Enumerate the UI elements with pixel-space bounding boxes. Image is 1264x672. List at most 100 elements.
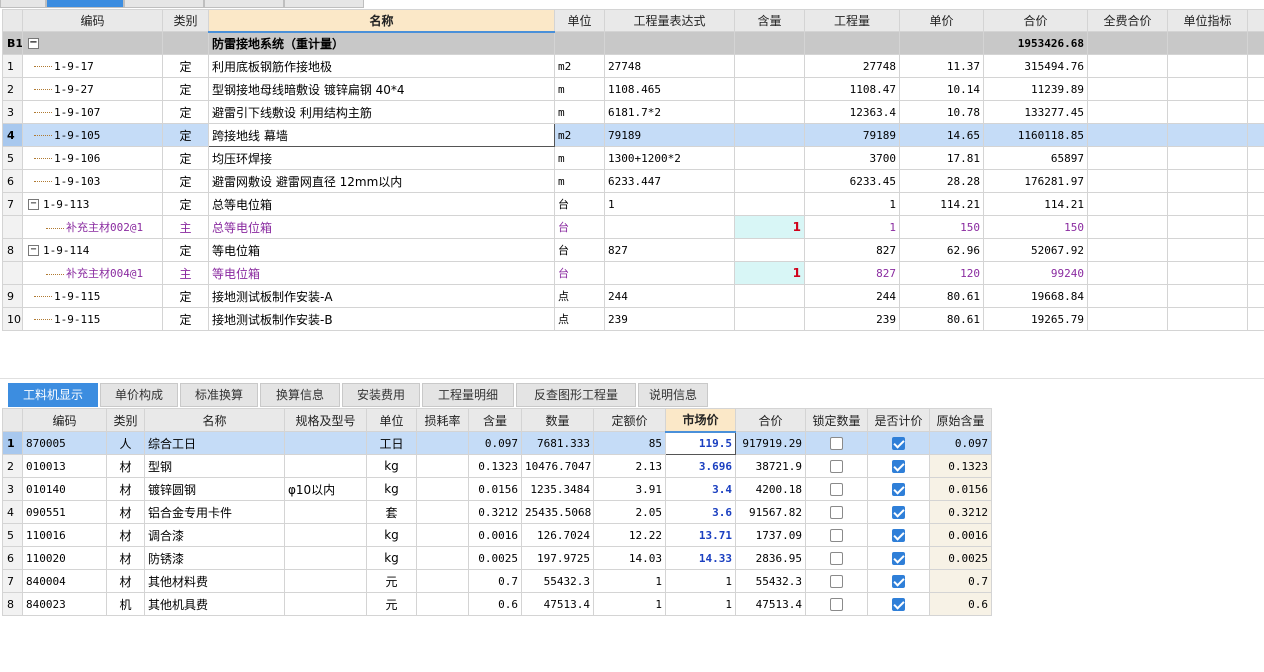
- is-priced-checkbox[interactable]: [892, 483, 905, 496]
- unit-price-cell[interactable]: 11.37: [899, 54, 984, 78]
- category-cell[interactable]: 主: [162, 261, 209, 285]
- quantity-cell[interactable]: 47513.4: [521, 592, 594, 616]
- tab-install-fee[interactable]: 安装费用: [342, 383, 420, 407]
- header-quantity[interactable]: 数量: [521, 408, 594, 432]
- code-cell[interactable]: 1-9-105: [22, 123, 163, 147]
- category-cell[interactable]: 材: [106, 454, 145, 478]
- category-cell[interactable]: 定: [162, 192, 209, 216]
- expression-cell[interactable]: 1108.465: [604, 77, 735, 101]
- market-price-cell[interactable]: 3.4: [665, 477, 736, 501]
- collapse-icon[interactable]: −: [28, 245, 39, 256]
- name-cell[interactable]: 其他材料费: [144, 569, 285, 593]
- header-content[interactable]: 含量: [734, 9, 805, 32]
- quantity-cell[interactable]: 7681.333: [521, 431, 594, 455]
- name-cell[interactable]: 型钢接地母线暗敷设 镀锌扁钢 40*4: [208, 77, 555, 101]
- spec-cell[interactable]: [284, 569, 367, 593]
- content-cell[interactable]: 0.1323: [468, 454, 522, 478]
- code-cell[interactable]: −1-9-113: [22, 192, 163, 216]
- market-price-cell[interactable]: 13.71: [665, 523, 736, 547]
- unit-cell[interactable]: m: [554, 146, 605, 170]
- code-cell[interactable]: 840023: [22, 592, 107, 616]
- quantity-cell[interactable]: 1108.47: [804, 77, 900, 101]
- header-original-content[interactable]: 原始含量: [929, 408, 992, 432]
- unit-cell[interactable]: 元: [366, 592, 417, 616]
- content-cell[interactable]: [734, 77, 805, 101]
- expression-cell[interactable]: 79189: [604, 123, 735, 147]
- header-unit-index[interactable]: 单位指标: [1167, 9, 1248, 32]
- is-priced-checkbox[interactable]: [892, 575, 905, 588]
- market-price-cell[interactable]: 14.33: [665, 546, 736, 570]
- is-priced-checkbox[interactable]: [892, 552, 905, 565]
- material-row[interactable]: 补充主材004@1 主等电位箱台 1 827 120 99240: [2, 261, 1264, 285]
- unit-cell[interactable]: 台: [554, 192, 605, 216]
- name-cell[interactable]: 避雷引下线敷设 利用结构主筋: [208, 100, 555, 124]
- unit-price-cell[interactable]: 80.61: [899, 307, 984, 331]
- quantity-cell[interactable]: 1: [804, 192, 900, 216]
- locked-qty-checkbox[interactable]: [830, 483, 843, 496]
- quota-row[interactable]: 4 1-9-105 定跨接地线 幕墙 m2 79189 79189 14.65 1160118…: [2, 123, 1264, 147]
- content-cell[interactable]: 0.0016: [468, 523, 522, 547]
- locked-qty-checkbox[interactable]: [830, 552, 843, 565]
- quantity-cell[interactable]: 1235.3484: [521, 477, 594, 501]
- expression-cell[interactable]: 827: [604, 238, 735, 262]
- content-cell[interactable]: 0.097: [468, 431, 522, 455]
- code-cell[interactable]: 1-9-27: [22, 77, 163, 101]
- quantity-cell[interactable]: 126.7024: [521, 523, 594, 547]
- header-unit[interactable]: 单位: [366, 408, 417, 432]
- header-category[interactable]: 类别: [106, 408, 145, 432]
- category-cell[interactable]: 材: [106, 477, 145, 501]
- name-cell[interactable]: 综合工日: [144, 431, 285, 455]
- market-price-cell[interactable]: 1: [665, 592, 736, 616]
- loss-rate-cell[interactable]: [416, 500, 469, 524]
- unit-cell[interactable]: m: [554, 169, 605, 193]
- content-cell[interactable]: [734, 146, 805, 170]
- tab-resource-display[interactable]: 工料机显示: [8, 383, 98, 407]
- name-cell[interactable]: 等电位箱: [208, 238, 555, 262]
- code-cell[interactable]: 840004: [22, 569, 107, 593]
- unit-cell[interactable]: 元: [366, 569, 417, 593]
- code-cell[interactable]: 1-9-107: [22, 100, 163, 124]
- name-cell[interactable]: 防锈漆: [144, 546, 285, 570]
- quantity-cell[interactable]: 197.9725: [521, 546, 594, 570]
- unit-price-cell[interactable]: 14.65: [899, 123, 984, 147]
- material-row[interactable]: 补充主材002@1 主总等电位箱台 1 1 150 150: [2, 215, 1264, 239]
- unit-cell[interactable]: m: [554, 77, 605, 101]
- content-cell[interactable]: 1: [734, 261, 805, 285]
- expression-cell[interactable]: [604, 261, 735, 285]
- top-tab-5[interactable]: [284, 0, 364, 8]
- unit-cell[interactable]: kg: [366, 454, 417, 478]
- quantity-cell[interactable]: 79189: [804, 123, 900, 147]
- market-price-cell[interactable]: 3.6: [665, 500, 736, 524]
- header-category[interactable]: 类别: [162, 9, 209, 32]
- is-priced-checkbox[interactable]: [892, 598, 905, 611]
- expression-cell[interactable]: 6233.447: [604, 169, 735, 193]
- code-cell[interactable]: 870005: [22, 431, 107, 455]
- header-total[interactable]: 合价: [735, 408, 806, 432]
- header-total[interactable]: 合价: [983, 9, 1088, 32]
- unit-price-cell[interactable]: 28.28: [899, 169, 984, 193]
- name-cell[interactable]: 接地测试板制作安装-B: [208, 307, 555, 331]
- section-name[interactable]: 防雷接地系统（重计量）: [208, 31, 555, 55]
- collapse-icon[interactable]: −: [28, 38, 39, 49]
- resource-row[interactable]: 7 840004 材其他材料费元 0.7 55432.3 1 1 55432.3 0.7: [2, 569, 992, 593]
- header-quota-price[interactable]: 定额价: [593, 408, 666, 432]
- loss-rate-cell[interactable]: [416, 546, 469, 570]
- top-tab-1[interactable]: [0, 0, 46, 8]
- category-cell[interactable]: 材: [106, 500, 145, 524]
- is-priced-checkbox[interactable]: [892, 437, 905, 450]
- code-cell[interactable]: 110016: [22, 523, 107, 547]
- category-cell[interactable]: 定: [162, 100, 209, 124]
- unit-cell[interactable]: 台: [554, 238, 605, 262]
- unit-cell[interactable]: 工日: [366, 431, 417, 455]
- name-cell[interactable]: 型钢: [144, 454, 285, 478]
- spec-cell[interactable]: [284, 546, 367, 570]
- resource-row[interactable]: 8 840023 机其他机具费元 0.6 47513.4 1 1 47513.4 0.6: [2, 592, 992, 616]
- header-content[interactable]: 含量: [468, 408, 522, 432]
- locked-qty-checkbox[interactable]: [830, 506, 843, 519]
- quantity-cell[interactable]: 27748: [804, 54, 900, 78]
- top-tab-2[interactable]: [46, 0, 124, 8]
- loss-rate-cell[interactable]: [416, 523, 469, 547]
- section-code-cell[interactable]: −: [22, 31, 163, 55]
- locked-qty-checkbox[interactable]: [830, 437, 843, 450]
- content-cell[interactable]: 0.7: [468, 569, 522, 593]
